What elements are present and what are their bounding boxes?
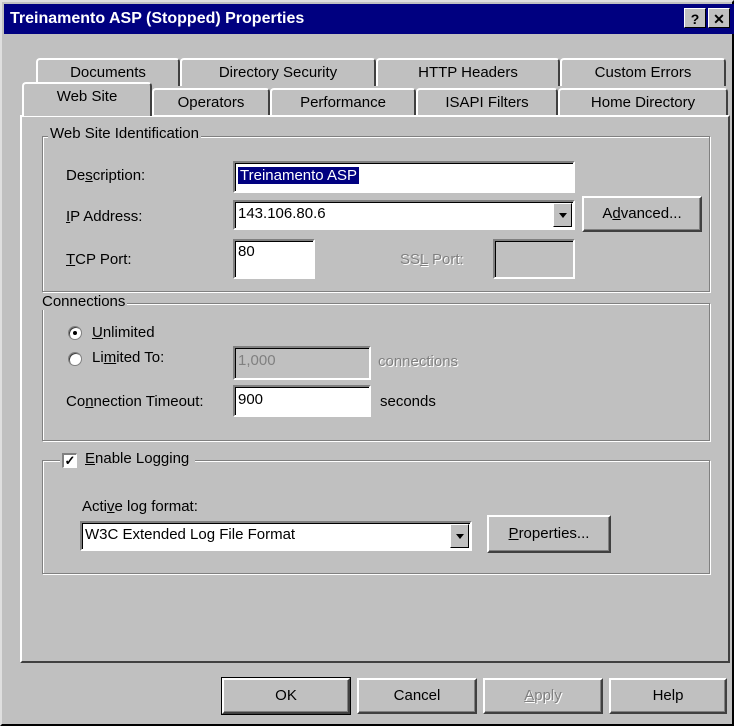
tcp-port-input[interactable]: 80	[233, 239, 315, 279]
log-format-dropdown-arrow-icon[interactable]	[450, 524, 469, 548]
tcp-port-label: TCP Port:	[66, 251, 132, 268]
ok-button[interactable]: OK	[221, 677, 351, 715]
tab-panel-web-site: Web Site Identification Description: Tre…	[20, 115, 730, 663]
ip-address-select[interactable]: 143.106.80.6	[233, 200, 575, 230]
unlimited-label[interactable]: Unlimited	[92, 324, 155, 341]
description-input[interactable]: Treinamento ASP	[233, 161, 575, 193]
tab-directory-security[interactable]: Directory Security	[180, 58, 376, 86]
help-title-button[interactable]: ?	[684, 8, 706, 28]
ip-address-label: IP Address:	[66, 208, 143, 225]
limited-to-input: 1,000	[233, 346, 371, 380]
apply-button: Apply	[483, 678, 603, 714]
tab-isapi-filters[interactable]: ISAPI Filters	[416, 88, 558, 116]
ssl-port-label: SSL Port:	[400, 251, 464, 268]
description-label: Description:	[66, 167, 146, 184]
ssl-port-input	[493, 239, 575, 279]
web-site-identification-label: Web Site Identification	[48, 125, 201, 142]
connection-timeout-label: Connection Timeout:	[66, 393, 204, 410]
active-log-format-label: Active log format:	[82, 498, 198, 515]
help-button[interactable]: Help	[609, 678, 727, 714]
tab-performance[interactable]: Performance	[270, 88, 416, 116]
tab-operators[interactable]: Operators	[152, 88, 270, 116]
connections-label: Connections	[40, 293, 128, 310]
close-title-button[interactable]: ✕	[708, 8, 730, 28]
enable-logging-header: ✓ Enable Logging	[60, 450, 196, 468]
seconds-unit-label: seconds	[380, 393, 436, 410]
ip-address-dropdown-arrow-icon[interactable]	[553, 203, 572, 227]
limited-to-label[interactable]: Limited To:	[92, 349, 164, 366]
title-bar[interactable]: Treinamento ASP (Stopped) Properties ? ✕	[4, 4, 734, 34]
properties-dialog: Treinamento ASP (Stopped) Properties ? ✕…	[0, 0, 734, 726]
tab-home-directory[interactable]: Home Directory	[558, 88, 728, 116]
enable-logging-label[interactable]: Enable Logging	[85, 450, 189, 467]
cancel-button[interactable]: Cancel	[357, 678, 477, 714]
tab-custom-errors[interactable]: Custom Errors	[560, 58, 726, 86]
enable-logging-checkbox[interactable]: ✓	[62, 453, 77, 468]
limited-to-radio[interactable]	[68, 352, 82, 366]
advanced-button[interactable]: Advanced...	[582, 196, 702, 232]
tab-http-headers[interactable]: HTTP Headers	[376, 58, 560, 86]
log-properties-button[interactable]: Properties...	[487, 515, 611, 553]
tab-web-site[interactable]: Web Site	[22, 82, 152, 116]
connection-timeout-input[interactable]: 900	[233, 385, 371, 417]
unlimited-radio[interactable]	[68, 326, 82, 340]
window-title: Treinamento ASP (Stopped) Properties	[10, 10, 305, 27]
connections-unit-label: connections	[378, 353, 459, 370]
log-format-select[interactable]: W3C Extended Log File Format	[80, 521, 472, 551]
